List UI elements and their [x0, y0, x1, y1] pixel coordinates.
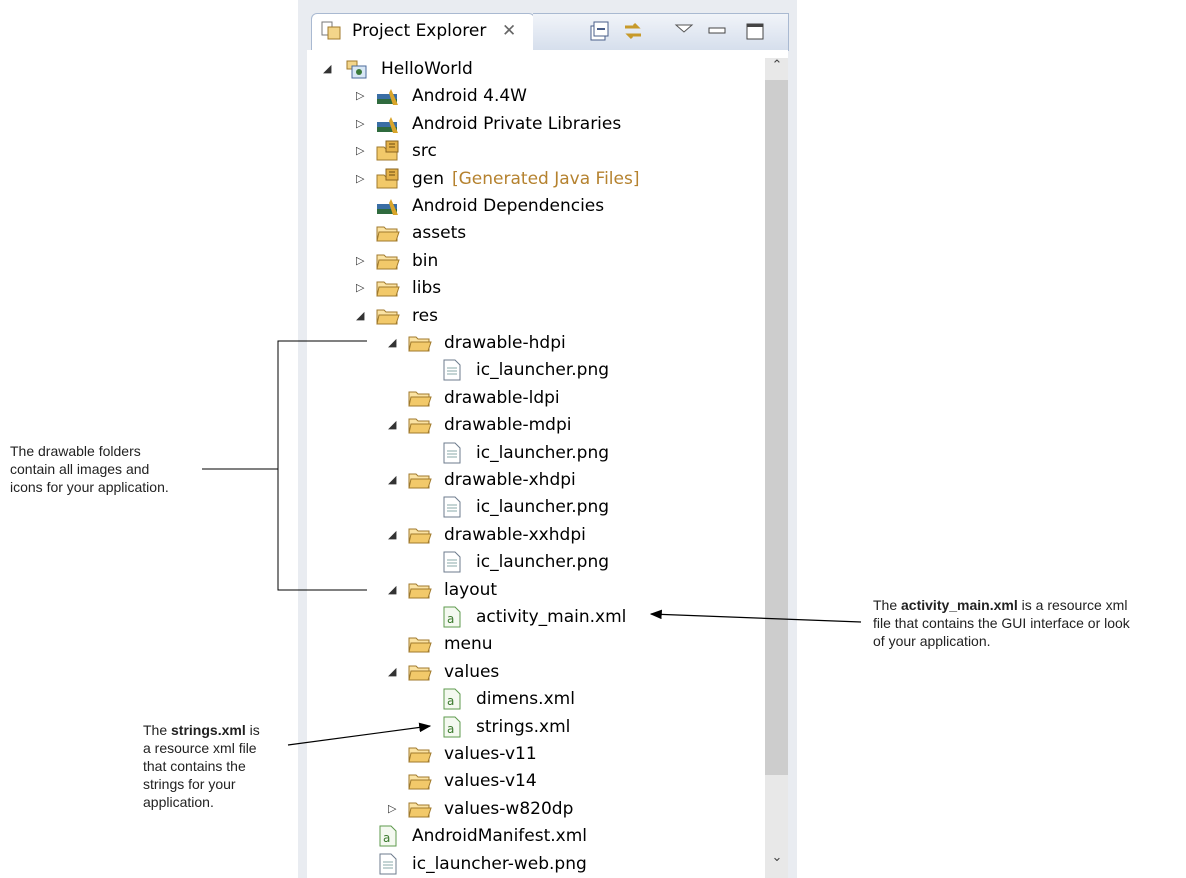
drawable-bracket	[202, 340, 367, 591]
annotation-strings: The strings.xml is a resource xml file t…	[143, 722, 260, 810]
annotation-drawable: The drawable folders contain all images …	[10, 443, 169, 495]
strings-arrow	[287, 722, 432, 746]
annotation-activity-main: The activity_main.xml is a resource xml …	[873, 597, 1130, 649]
activity-main-arrow	[649, 609, 862, 623]
